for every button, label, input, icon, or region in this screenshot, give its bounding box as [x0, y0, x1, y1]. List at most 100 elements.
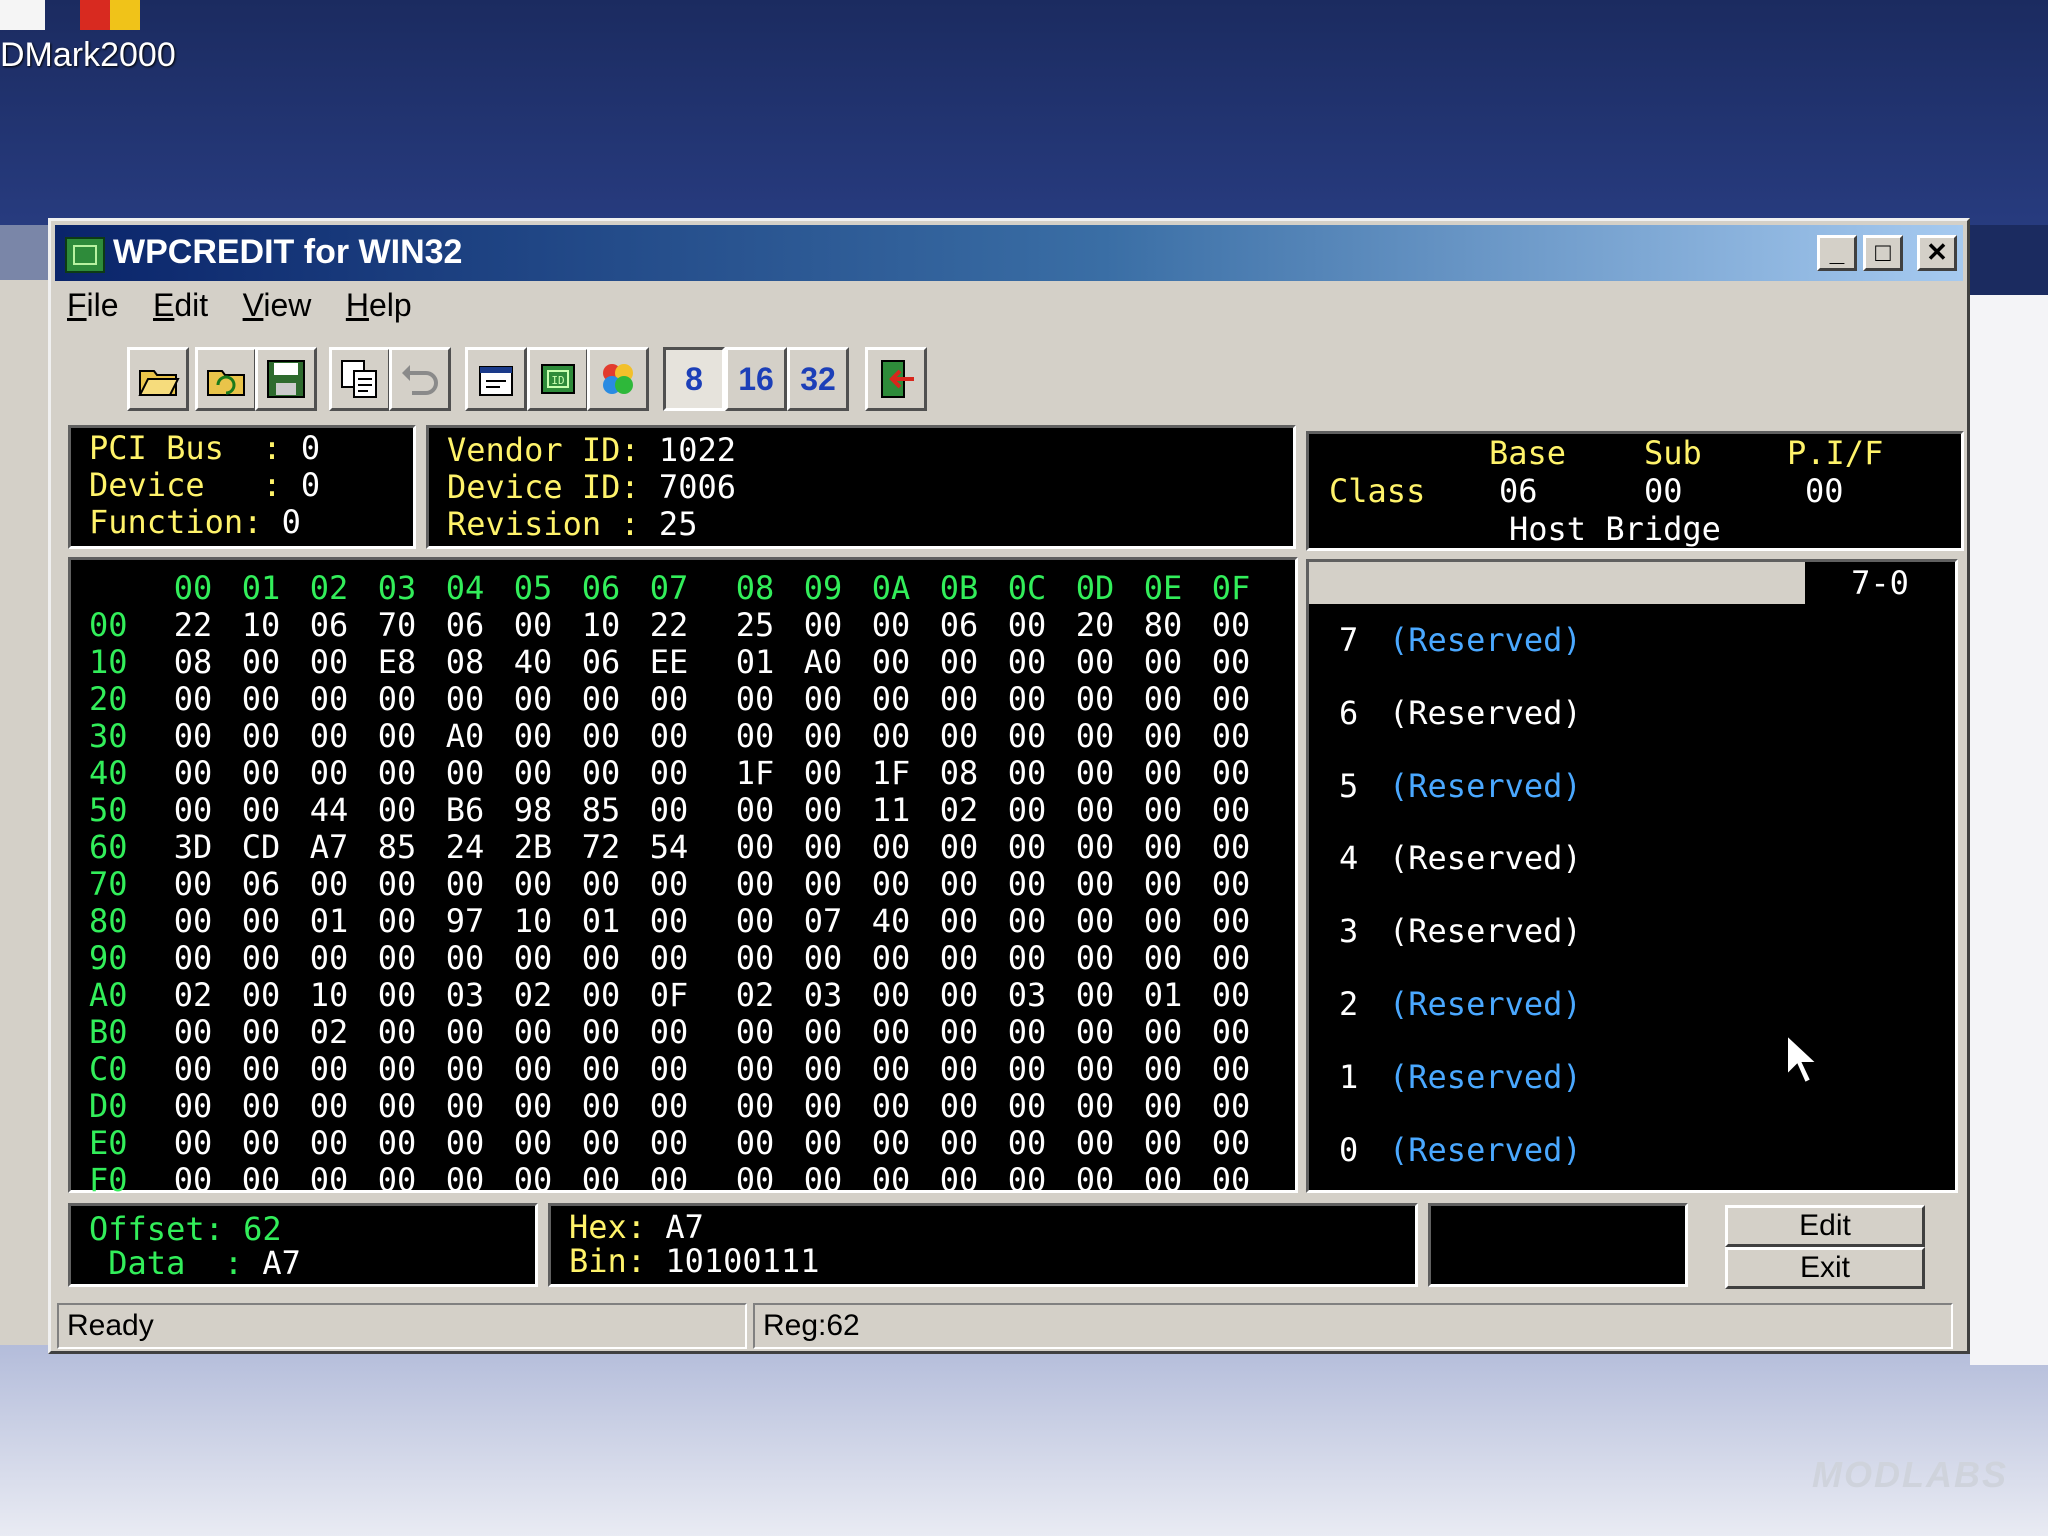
hex-byte-cell[interactable]: 00	[789, 866, 857, 903]
hex-byte-cell[interactable]: 00	[499, 1162, 567, 1199]
hex-byte-cell[interactable]: 00	[227, 792, 295, 829]
hex-byte-cell[interactable]: 00	[789, 681, 857, 718]
hex-byte-cell[interactable]: 00	[499, 1051, 567, 1088]
hex-byte-cell[interactable]: 00	[993, 792, 1061, 829]
menu-view[interactable]: View	[243, 287, 312, 324]
hex-byte-cell[interactable]: 00	[993, 681, 1061, 718]
hex-byte-cell[interactable]: 00	[925, 1014, 993, 1051]
hex-byte-cell[interactable]: 00	[1197, 829, 1265, 866]
hex-byte-cell[interactable]: 00	[1129, 681, 1197, 718]
hex-byte-cell[interactable]: 00	[1197, 755, 1265, 792]
3dmark-desktop-icon[interactable]	[0, 0, 140, 30]
hex-byte-cell[interactable]: 72	[567, 829, 635, 866]
hex-byte-cell[interactable]: 00	[499, 1088, 567, 1125]
color-button[interactable]	[587, 347, 649, 411]
hex-byte-cell[interactable]: 00	[1197, 977, 1265, 1014]
hex-byte-cell[interactable]: 20	[1061, 607, 1129, 644]
hex-byte-cell[interactable]: 00	[993, 866, 1061, 903]
hex-byte-cell[interactable]: A7	[295, 829, 363, 866]
hex-byte-cell[interactable]: 00	[431, 681, 499, 718]
hex-byte-cell[interactable]: 00	[721, 903, 789, 940]
hex-byte-cell[interactable]: 00	[295, 1088, 363, 1125]
hex-byte-cell[interactable]: 00	[993, 607, 1061, 644]
hex-byte-cell[interactable]: 00	[635, 1014, 703, 1051]
hex-byte-cell[interactable]: 00	[499, 718, 567, 755]
hex-byte-cell[interactable]: 00	[295, 1162, 363, 1199]
hex-byte-cell[interactable]: 00	[857, 866, 925, 903]
hex-byte-cell[interactable]: 08	[431, 644, 499, 681]
hex-byte-cell[interactable]: 00	[1061, 681, 1129, 718]
hex-byte-cell[interactable]: 00	[857, 1088, 925, 1125]
hex-byte-cell[interactable]: 06	[227, 866, 295, 903]
hex-byte-cell[interactable]: 00	[295, 1051, 363, 1088]
bit-label[interactable]: (Reserved)	[1389, 694, 1582, 732]
hex-byte-cell[interactable]: 00	[789, 718, 857, 755]
hex-byte-cell[interactable]: 00	[1061, 1014, 1129, 1051]
hex-byte-cell[interactable]: 00	[925, 977, 993, 1014]
hex-byte-cell[interactable]: 00	[499, 755, 567, 792]
byte-width-8-button[interactable]: 8	[663, 347, 725, 411]
hex-byte-cell[interactable]: 00	[1129, 1014, 1197, 1051]
hex-byte-cell[interactable]: 00	[857, 644, 925, 681]
hex-byte-cell[interactable]: 00	[295, 644, 363, 681]
hex-byte-cell[interactable]: 00	[363, 755, 431, 792]
hex-byte-cell[interactable]: EE	[635, 644, 703, 681]
hex-byte-cell[interactable]: 40	[857, 903, 925, 940]
hex-byte-cell[interactable]: 00	[295, 681, 363, 718]
hex-byte-cell[interactable]: 00	[857, 718, 925, 755]
hex-byte-cell[interactable]: 00	[635, 1088, 703, 1125]
hex-byte-cell[interactable]: 02	[925, 792, 993, 829]
bit-row[interactable]: 6 (Reserved)	[1339, 677, 1582, 750]
hex-byte-cell[interactable]: 00	[227, 1125, 295, 1162]
copy-button[interactable]	[329, 347, 391, 411]
hex-byte-cell[interactable]: 00	[993, 1051, 1061, 1088]
hex-byte-cell[interactable]: 00	[499, 940, 567, 977]
hex-byte-cell[interactable]: 06	[925, 607, 993, 644]
hex-byte-cell[interactable]: 00	[721, 681, 789, 718]
hex-byte-cell[interactable]: 00	[159, 1125, 227, 1162]
hex-byte-cell[interactable]: 00	[363, 940, 431, 977]
hex-byte-cell[interactable]: 00	[857, 1125, 925, 1162]
hex-byte-cell[interactable]: 00	[431, 1088, 499, 1125]
hex-byte-cell[interactable]: 00	[1197, 792, 1265, 829]
hex-byte-cell[interactable]: 00	[159, 940, 227, 977]
hex-byte-cell[interactable]: 00	[227, 1014, 295, 1051]
hex-byte-cell[interactable]: 00	[1129, 829, 1197, 866]
hex-byte-cell[interactable]: 00	[925, 1162, 993, 1199]
hex-byte-cell[interactable]: A0	[431, 718, 499, 755]
hex-byte-cell[interactable]: 22	[159, 607, 227, 644]
hex-byte-cell[interactable]: 2B	[499, 829, 567, 866]
hex-byte-cell[interactable]: 00	[567, 1125, 635, 1162]
hex-byte-cell[interactable]: 22	[635, 607, 703, 644]
hex-byte-cell[interactable]: 00	[1061, 792, 1129, 829]
bit-row[interactable]: 1 (Reserved)	[1339, 1041, 1582, 1114]
hex-byte-cell[interactable]: 00	[993, 644, 1061, 681]
hex-byte-cell[interactable]: 00	[499, 1014, 567, 1051]
hex-byte-cell[interactable]: 00	[857, 829, 925, 866]
hex-byte-cell[interactable]: 00	[721, 1088, 789, 1125]
hex-byte-cell[interactable]: 00	[1129, 755, 1197, 792]
chip-button[interactable]: ID	[527, 347, 589, 411]
minimize-button[interactable]: _	[1817, 235, 1857, 271]
bit-label[interactable]: (Reserved)	[1389, 1131, 1582, 1169]
bit-label[interactable]: (Reserved)	[1389, 985, 1582, 1023]
hex-byte-cell[interactable]: 00	[857, 1014, 925, 1051]
reload-button[interactable]	[195, 347, 257, 411]
hex-byte-cell[interactable]: 00	[1197, 1051, 1265, 1088]
properties-button[interactable]	[465, 347, 527, 411]
hex-byte-cell[interactable]: 00	[721, 1125, 789, 1162]
hex-byte-cell[interactable]: 00	[159, 681, 227, 718]
hex-byte-cell[interactable]: 00	[1129, 1051, 1197, 1088]
hex-byte-cell[interactable]: 00	[789, 755, 857, 792]
hex-byte-cell[interactable]: 70	[363, 607, 431, 644]
hex-byte-cell[interactable]: 00	[1197, 1125, 1265, 1162]
hex-byte-cell[interactable]: 00	[993, 1125, 1061, 1162]
hex-byte-cell[interactable]: 00	[159, 718, 227, 755]
hex-byte-cell[interactable]: 00	[1197, 866, 1265, 903]
hex-byte-cell[interactable]: 00	[363, 1088, 431, 1125]
hex-byte-cell[interactable]: 00	[1129, 792, 1197, 829]
hex-byte-cell[interactable]: 00	[363, 718, 431, 755]
hex-byte-cell[interactable]: 54	[635, 829, 703, 866]
hex-byte-cell[interactable]: CD	[227, 829, 295, 866]
hex-byte-cell[interactable]: 00	[789, 1125, 857, 1162]
